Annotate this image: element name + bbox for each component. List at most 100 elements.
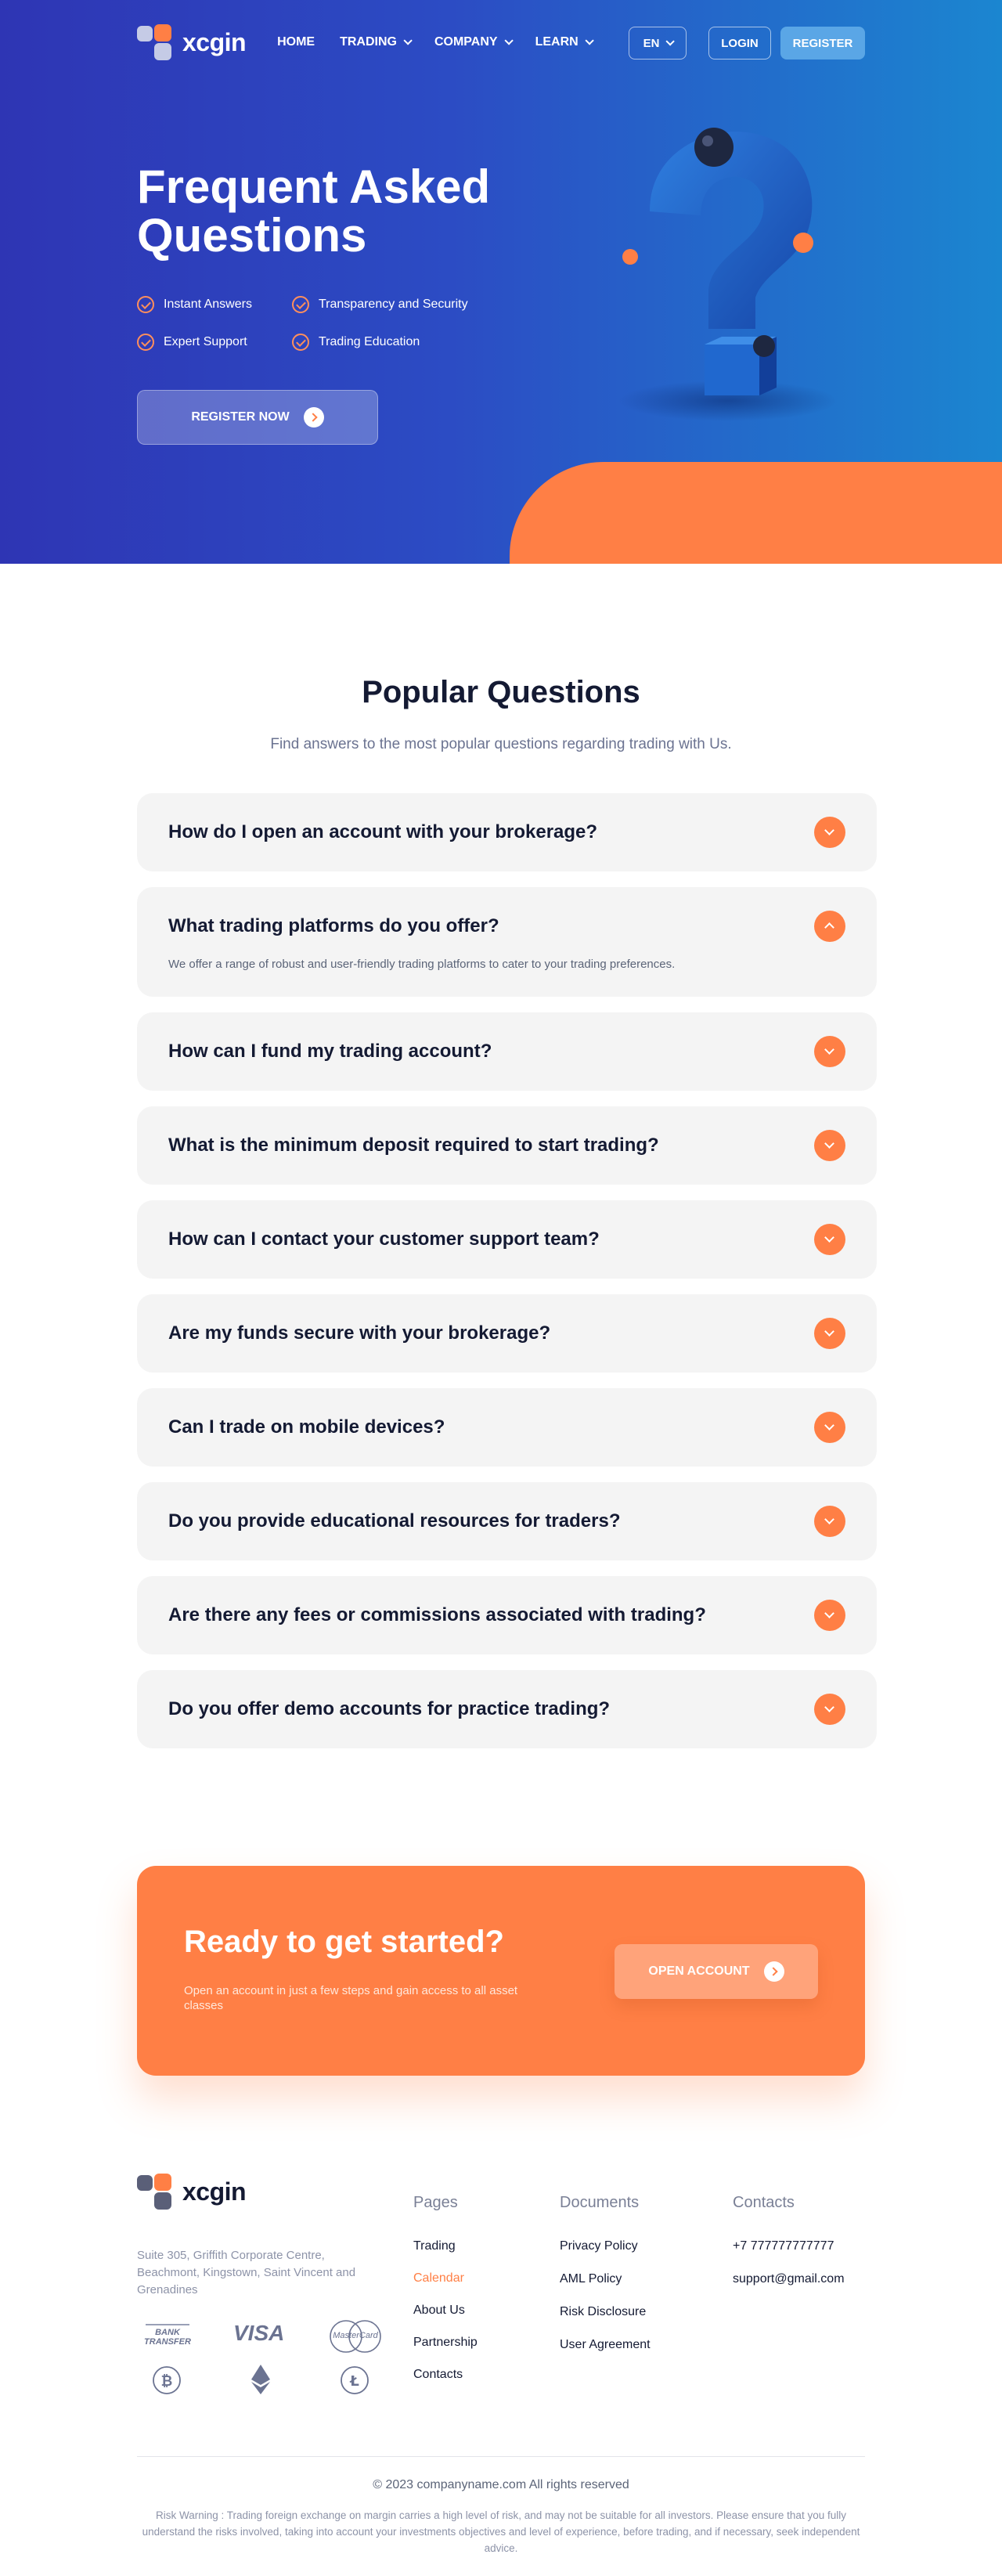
cta-banner: Ready to get started? Open an account in… (137, 1866, 865, 2076)
feature-label: Trading Education (319, 335, 420, 348)
language-select[interactable]: EN (629, 27, 687, 60)
faq-item[interactable]: Are there any fees or commissions associ… (137, 1576, 877, 1654)
visa-label: VISA (233, 2321, 285, 2345)
footer-link-privacy-policy[interactable]: Privacy Policy (560, 2239, 638, 2253)
question-mark-illustration (618, 128, 838, 421)
faq-subtitle: Find answers to the most popular questio… (270, 736, 732, 752)
footer-link-contacts[interactable]: Contacts (413, 2368, 463, 2382)
chevron-down-icon (504, 36, 514, 45)
chevron-down-icon[interactable] (814, 1318, 845, 1349)
mastercard-label: MasterCard (333, 2331, 378, 2340)
register-now-button[interactable]: REGISTER NOW (137, 390, 378, 445)
chevron-down-icon[interactable] (814, 1694, 845, 1725)
footer-pages-title: Pages (413, 2194, 458, 2211)
feature-item: Transparency and Security (292, 296, 496, 313)
feature-label: Expert Support (164, 335, 247, 348)
chevron-up-icon[interactable] (814, 911, 845, 942)
language-label: EN (643, 36, 660, 50)
chevron-down-icon[interactable] (814, 1506, 845, 1537)
nav-learn[interactable]: LEARN (535, 35, 594, 49)
litecoin-icon: Ł (341, 2366, 369, 2394)
check-circle-icon (292, 334, 309, 351)
feature-item: Instant Answers (137, 296, 292, 313)
footer-link-trading[interactable]: Trading (413, 2239, 456, 2253)
faq-question: How do I open an account with your broke… (168, 821, 598, 842)
faq-item[interactable]: How can I fund my trading account? (137, 1012, 877, 1091)
bank-transfer-label: BANK TRANSFER (144, 2328, 191, 2347)
cta-title: Ready to get started? (184, 1925, 504, 1959)
footer-link-partnership[interactable]: Partnership (413, 2336, 478, 2350)
feature-label: Instant Answers (164, 298, 252, 311)
faq-question: Can I trade on mobile devices? (168, 1416, 445, 1438)
faq-question: How can I contact your customer support … (168, 1228, 600, 1250)
faq-question: What trading platforms do you offer? (168, 915, 499, 936)
nav-company[interactable]: COMPANY (434, 35, 514, 49)
top-nav: xcgin HOME TRADING COMPANY LEARN EN LOGI… (137, 23, 865, 61)
chevron-down-icon[interactable] (814, 1600, 845, 1631)
faq-item[interactable]: Do you offer demo accounts for practice … (137, 1670, 877, 1748)
logo-icon (137, 24, 173, 60)
faq-item[interactable]: Are my funds secure with your brokerage? (137, 1294, 877, 1373)
faq-item[interactable]: What trading platforms do you offer? We … (137, 887, 877, 997)
bitcoin-icon: ₿ (153, 2366, 181, 2394)
footer-link-user-agreement[interactable]: User Agreement (560, 2338, 651, 2352)
register-now-label: REGISTER NOW (191, 410, 290, 424)
footer-address: Suite 305, Griffith Corporate Centre, Be… (137, 2249, 356, 2296)
logo[interactable]: xcgin (137, 24, 247, 60)
faq-question: How can I fund my trading account? (168, 1041, 492, 1062)
footer-link-aml-policy[interactable]: AML Policy (560, 2272, 622, 2286)
chevron-down-icon[interactable] (814, 817, 845, 848)
faq-item[interactable]: How can I contact your customer support … (137, 1200, 877, 1279)
nav-home-label: HOME (277, 35, 315, 49)
faq-question: Are there any fees or commissions associ… (168, 1604, 706, 1625)
nav-learn-label: LEARN (535, 35, 578, 49)
footer-link-calendar[interactable]: Calendar (413, 2271, 464, 2286)
chevron-down-icon[interactable] (814, 1036, 845, 1067)
hero-section: xcgin HOME TRADING COMPANY LEARN EN LOGI… (0, 0, 1002, 564)
check-circle-icon (292, 296, 309, 313)
copyright: © 2023 companyname.com All rights reserv… (373, 2478, 629, 2491)
arrow-right-icon (303, 407, 324, 428)
open-account-button[interactable]: OPEN ACCOUNT (615, 1944, 818, 1999)
chevron-down-icon (585, 36, 594, 45)
faq-item[interactable]: What is the minimum deposit required to … (137, 1106, 877, 1185)
svg-text:₿: ₿ (161, 2373, 173, 2390)
chevron-down-icon[interactable] (814, 1130, 845, 1161)
feature-item: Trading Education (292, 334, 496, 351)
logo-text: xcgin (182, 2177, 247, 2206)
footer-link-risk-disclosure[interactable]: Risk Disclosure (560, 2305, 646, 2319)
check-circle-icon (137, 296, 154, 313)
chevron-down-icon[interactable] (814, 1412, 845, 1443)
faq-answer: We offer a range of robust and user-frie… (168, 958, 676, 971)
open-account-label: OPEN ACCOUNT (648, 1964, 750, 1978)
feature-label: Transparency and Security (319, 298, 468, 311)
nav-company-label: COMPANY (434, 35, 498, 49)
faq-item[interactable]: How do I open an account with your broke… (137, 793, 877, 871)
chevron-down-icon (665, 37, 676, 46)
visa-icon: VISA (233, 2321, 284, 2346)
nav-links: HOME TRADING COMPANY LEARN (277, 35, 594, 49)
footer-logo[interactable]: xcgin (137, 2174, 247, 2210)
bank-transfer-icon: BANK TRANSFER (139, 2324, 196, 2347)
hero-features: Instant Answers Transparency and Securit… (137, 296, 496, 351)
faq-question: Do you provide educational resources for… (168, 1510, 621, 1532)
chevron-down-icon (403, 36, 413, 45)
faq-question: Are my funds secure with your brokerage? (168, 1322, 551, 1344)
footer-phone[interactable]: +7 777777777777 (733, 2239, 834, 2253)
login-button[interactable]: LOGIN (708, 27, 771, 60)
arrow-right-icon (763, 1961, 784, 1982)
faq-item[interactable]: Do you provide educational resources for… (137, 1482, 877, 1560)
faq-item[interactable]: Can I trade on mobile devices? (137, 1388, 877, 1467)
faq-question: What is the minimum deposit required to … (168, 1135, 659, 1156)
footer-documents-title: Documents (560, 2194, 640, 2211)
footer-link-about-us[interactable]: About Us (413, 2304, 465, 2318)
faq-question: Do you offer demo accounts for practice … (168, 1698, 611, 1719)
register-button[interactable]: REGISTER (780, 27, 865, 60)
footer-email[interactable]: support@gmail.com (733, 2272, 845, 2286)
logo-text: xcgin (182, 27, 247, 56)
faq-title: Popular Questions (362, 675, 640, 709)
risk-warning: Risk Warning : Trading foreign exchange … (142, 2509, 860, 2554)
nav-trading[interactable]: TRADING (340, 35, 413, 49)
chevron-down-icon[interactable] (814, 1224, 845, 1255)
nav-home[interactable]: HOME (277, 35, 315, 49)
